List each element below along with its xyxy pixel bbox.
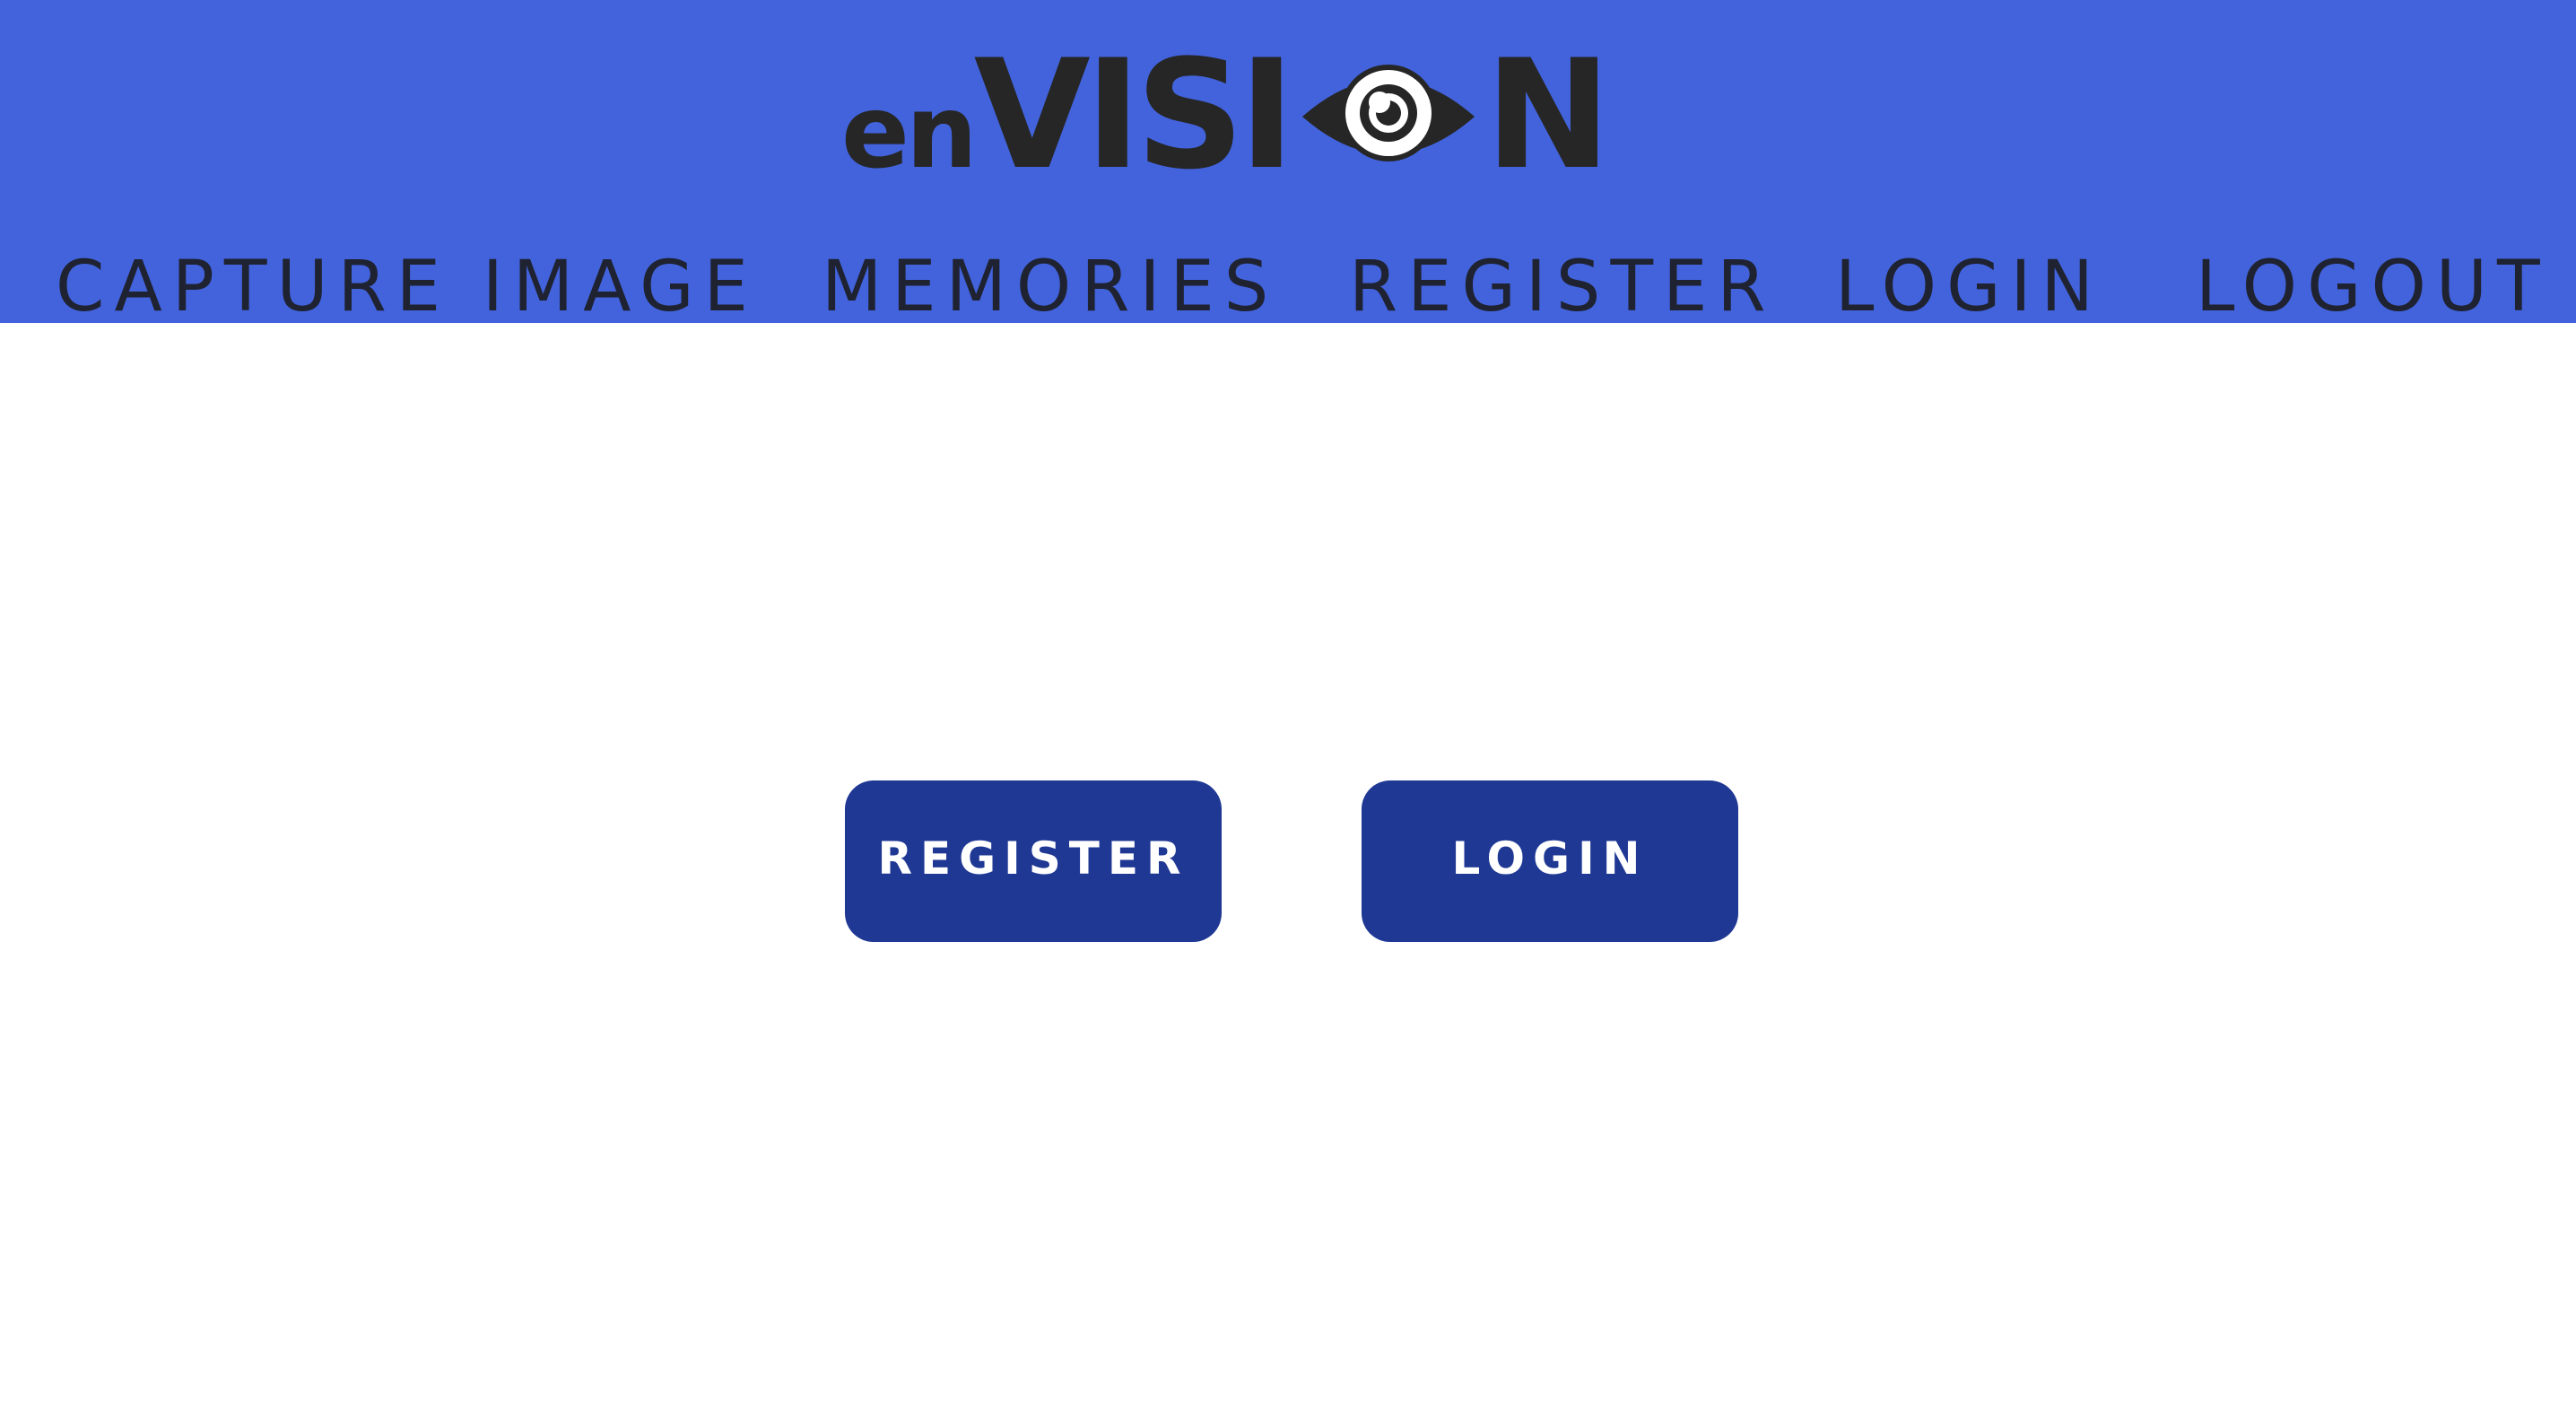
register-button-label: REGISTER bbox=[877, 833, 1189, 885]
envision-logo[interactable]: en VISI N bbox=[841, 39, 1611, 190]
logo-word-start: VISI bbox=[973, 27, 1295, 203]
login-button[interactable]: LOGIN bbox=[1362, 780, 1738, 942]
nav-login[interactable]: LOGIN bbox=[1835, 240, 2103, 327]
logo-word-end: N bbox=[1484, 27, 1612, 203]
nav-register[interactable]: REGISTER bbox=[1349, 240, 1776, 327]
nav-memories[interactable]: MEMORIES bbox=[822, 240, 1278, 327]
main-nav: CAPTURE IMAGE MEMORIES REGISTER LOGIN LO… bbox=[0, 240, 2576, 327]
login-button-label: LOGIN bbox=[1451, 833, 1649, 885]
logo-prefix: en bbox=[841, 74, 978, 191]
nav-capture-image[interactable]: CAPTURE IMAGE bbox=[56, 240, 758, 327]
eye-icon bbox=[1299, 54, 1478, 179]
register-button[interactable]: REGISTER bbox=[845, 780, 1222, 942]
nav-logout[interactable]: LOGOUT bbox=[2196, 240, 2550, 327]
site-header: en VISI N CAPTURE IMAGE MEMORIES REGISTE… bbox=[0, 0, 2576, 327]
